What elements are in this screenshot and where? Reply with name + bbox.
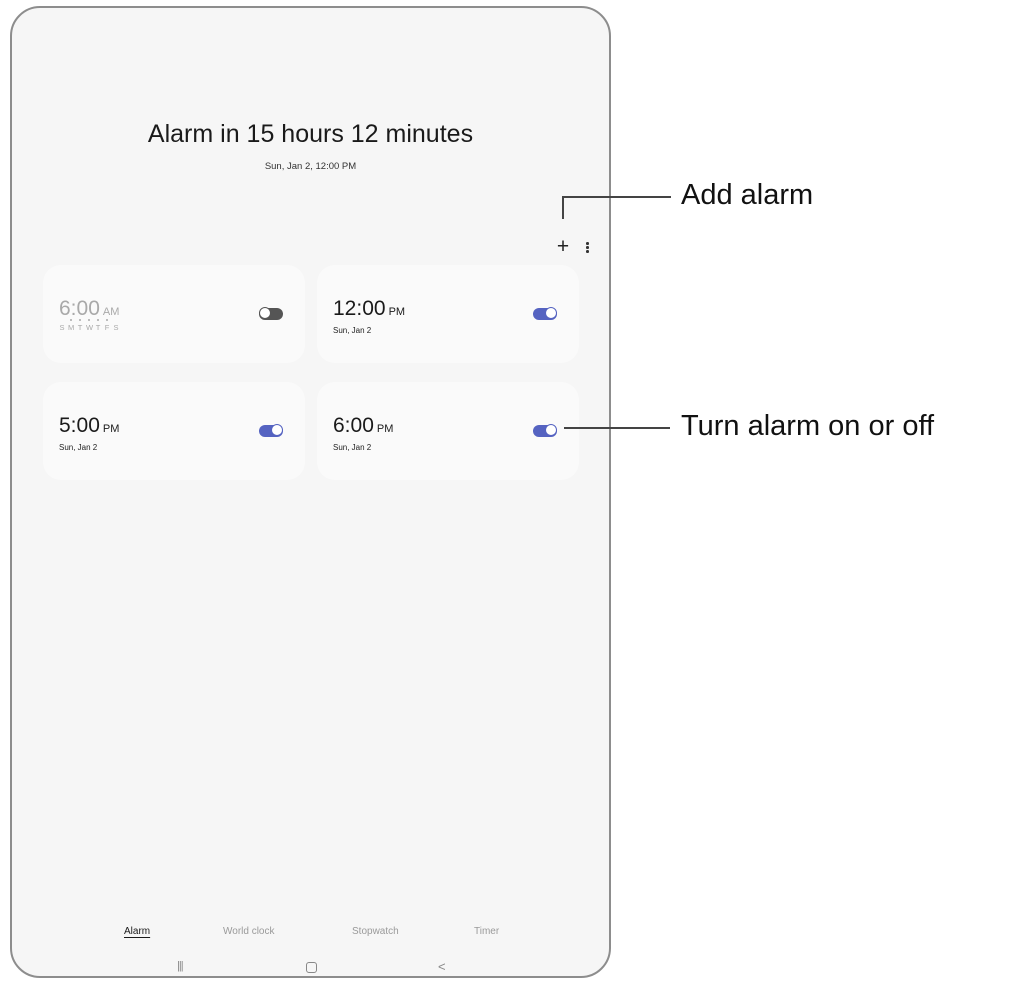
day-label: T xyxy=(95,319,101,332)
bottom-tab-bar: Alarm World clock Stopwatch Timer xyxy=(12,926,609,946)
alarm-toggle[interactable] xyxy=(533,307,557,320)
day-label: M xyxy=(68,319,75,332)
day-label: S xyxy=(59,323,65,332)
tab-timer[interactable]: Timer xyxy=(474,926,499,937)
day-label: T xyxy=(77,319,83,332)
day-label: W xyxy=(86,319,94,332)
recent-apps-icon[interactable]: ||| xyxy=(177,960,184,972)
add-alarm-callout-label: Add alarm xyxy=(681,179,814,211)
alarm-countdown-title: Alarm in 15 hours 12 minutes xyxy=(147,120,474,148)
add-alarm-callout-line xyxy=(562,196,671,198)
repeat-days: S M T W T F S xyxy=(59,319,119,332)
more-options-button[interactable] xyxy=(582,236,592,258)
alarm-time: 5:00 PM xyxy=(59,414,120,437)
day-label: S xyxy=(113,323,119,332)
day-label: F xyxy=(104,319,110,332)
toggle-callout-label: Turn alarm on or off xyxy=(681,410,935,442)
alarm-time: 6:00 AM xyxy=(59,297,120,320)
tab-stopwatch[interactable]: Stopwatch xyxy=(352,926,399,937)
alarm-card[interactable]: 6:00 PM Sun, Jan 2 xyxy=(317,382,579,480)
alarm-card[interactable]: 12:00 PM Sun, Jan 2 xyxy=(317,265,579,363)
more-vertical-icon xyxy=(586,242,589,245)
alarm-card[interactable]: 5:00 PM Sun, Jan 2 xyxy=(43,382,305,480)
tab-alarm[interactable]: Alarm xyxy=(124,926,150,937)
tablet-screen: Alarm in 15 hours 12 minutes Sun, Jan 2,… xyxy=(10,6,611,978)
plus-icon: + xyxy=(556,235,570,258)
system-nav-bar: ||| < xyxy=(12,959,609,976)
add-alarm-button[interactable]: + xyxy=(554,236,572,258)
home-icon[interactable] xyxy=(306,962,317,973)
next-alarm-date: Sun, Jan 2, 12:00 PM xyxy=(264,161,357,172)
back-icon[interactable]: < xyxy=(438,959,446,974)
alarm-toggle[interactable] xyxy=(533,424,557,437)
alarm-card[interactable]: 6:00 AM S M T W T F S xyxy=(43,265,305,363)
tab-world-clock[interactable]: World clock xyxy=(223,926,275,937)
alarm-date: Sun, Jan 2 xyxy=(333,443,372,452)
alarm-toggle[interactable] xyxy=(259,307,283,320)
alarm-date: Sun, Jan 2 xyxy=(333,326,372,335)
alarm-toggle[interactable] xyxy=(259,424,283,437)
add-alarm-callout-line-vertical xyxy=(562,196,564,219)
alarm-time: 12:00 PM xyxy=(333,297,406,320)
alarm-time: 6:00 PM xyxy=(333,414,394,437)
alarm-date: Sun, Jan 2 xyxy=(59,443,98,452)
toggle-callout-line xyxy=(564,427,670,429)
